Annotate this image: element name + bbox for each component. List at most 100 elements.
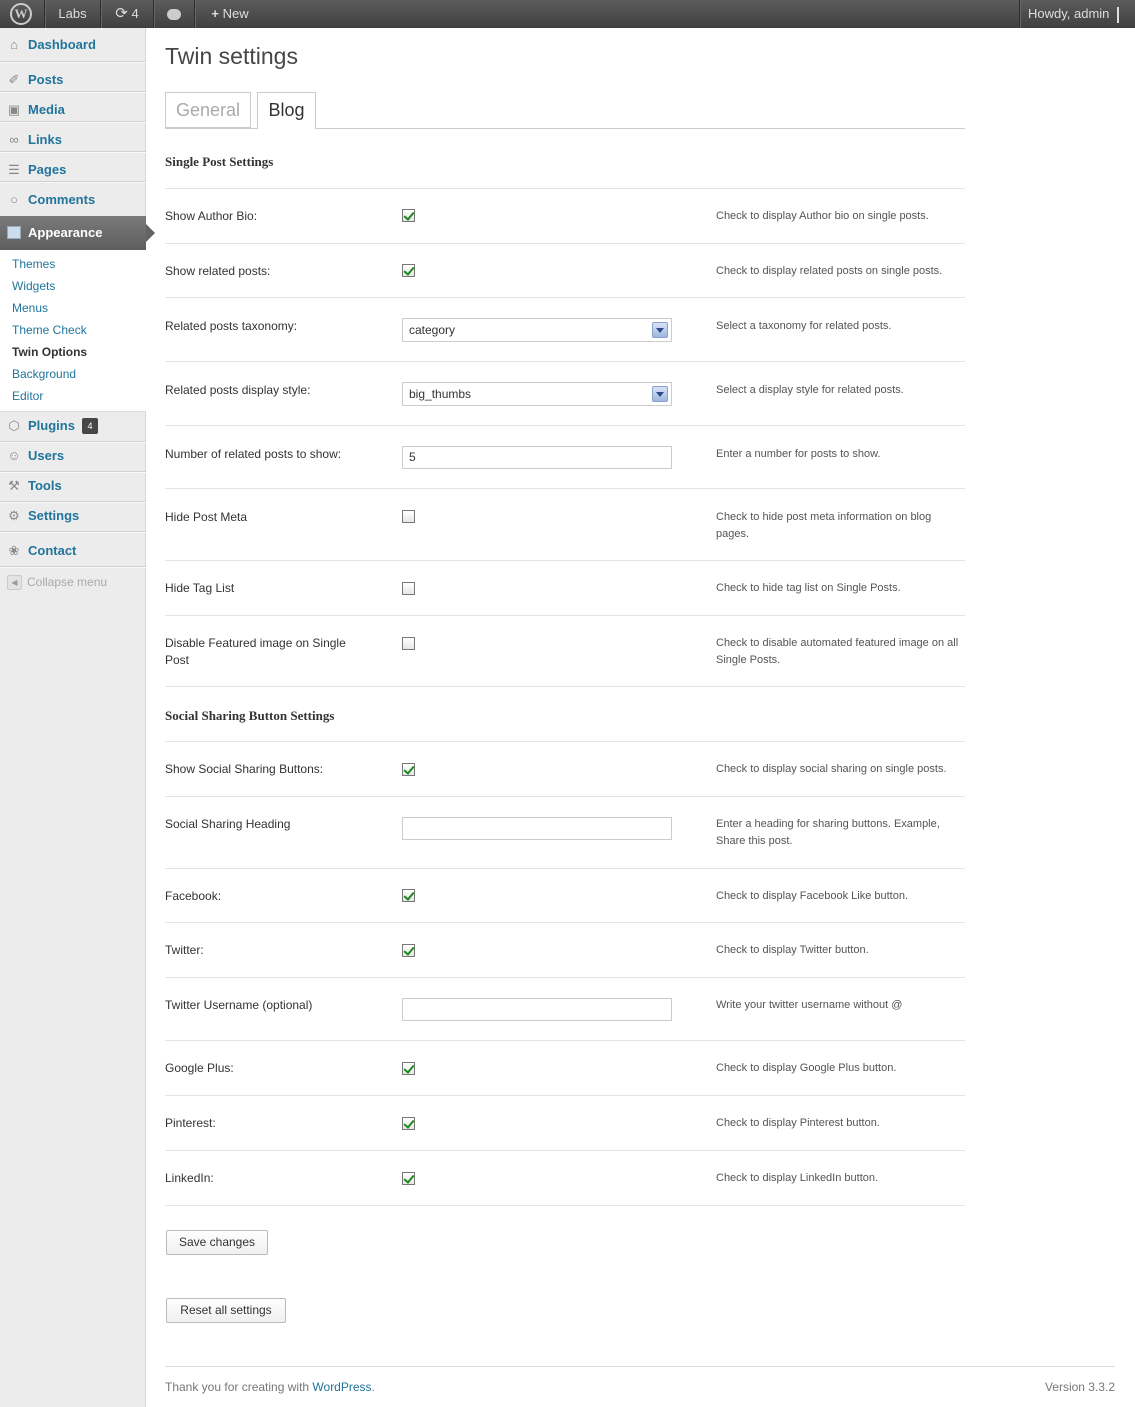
sidebar-item-label: Comments: [28, 192, 96, 207]
sidebar-item-label: Links: [28, 132, 62, 147]
twitter-username-input[interactable]: [402, 998, 672, 1021]
pinterest-checkbox[interactable]: [402, 1117, 415, 1130]
pin-icon: ✐: [8, 72, 20, 87]
refresh-icon: ⟳: [115, 5, 128, 22]
field-label: Hide Post Meta: [165, 510, 248, 524]
field-description: Check to display Twitter button.: [716, 944, 869, 956]
field-label: Disable Featured image on Single Post: [165, 636, 346, 667]
howdy-account-link[interactable]: Howdy, admin: [1028, 0, 1128, 28]
field-description: Check to hide post meta information on b…: [716, 511, 932, 540]
updates-count: 4: [131, 6, 139, 21]
sidebar-item-appearance[interactable]: Appearance: [0, 216, 155, 250]
field-label: Social Sharing Heading: [165, 817, 291, 831]
sidebar-item-comments[interactable]: ○ Comments: [0, 185, 146, 215]
submenu-twin-options[interactable]: Twin Options: [12, 345, 87, 359]
field-label: Related posts taxonomy:: [165, 319, 298, 333]
tab-blog[interactable]: Blog: [257, 92, 316, 129]
show-related-posts-checkbox[interactable]: [402, 264, 415, 277]
new-content-link[interactable]: + New: [200, 0, 260, 28]
appearance-submenu: Themes Widgets Menus Theme Check Twin Op…: [0, 250, 146, 412]
sidebar-item-label: Contact: [28, 543, 77, 558]
sidebar-item-label: Plugins: [28, 418, 75, 433]
footer-divider: [165, 1366, 1115, 1367]
field-description: Check to hide tag list on Single Posts.: [716, 582, 901, 594]
page-title: Twin settings: [165, 43, 298, 69]
field-description: Check to display Pinterest button.: [716, 1117, 880, 1129]
related-posts-taxonomy-select[interactable]: category: [402, 318, 672, 342]
sidebar-item-contact[interactable]: ❀ Contact: [0, 536, 146, 566]
disable-featured-image-checkbox[interactable]: [402, 637, 415, 650]
section-title-single-post: Single Post Settings: [165, 154, 274, 169]
sidebar-item-label: Media: [28, 102, 65, 117]
plugin-icon: ⬡: [8, 418, 20, 433]
main-content: Twin settings General Blog Single Post S…: [146, 28, 1135, 1407]
show-social-sharing-checkbox[interactable]: [402, 763, 415, 776]
field-description: Enter a heading for sharing buttons. Exa…: [716, 818, 940, 847]
hide-post-meta-checkbox[interactable]: [402, 510, 415, 523]
sidebar-item-tools[interactable]: ⚒ Tools: [0, 471, 146, 501]
wordpress-link[interactable]: WordPress: [312, 1380, 371, 1394]
show-author-bio-checkbox[interactable]: [402, 209, 415, 222]
field-label: Twitter Username (optional): [165, 998, 313, 1012]
contact-icon: ❀: [8, 543, 20, 558]
footer-credit-text: Thank you for creating with: [165, 1380, 313, 1394]
save-changes-button[interactable]: Save changes: [166, 1230, 268, 1255]
site-name-link[interactable]: Labs: [45, 0, 100, 28]
field-description: Select a display style for related posts…: [716, 384, 904, 396]
collapse-menu-button[interactable]: ◀ Collapse menu: [7, 575, 108, 591]
field-label: Show Author Bio:: [165, 209, 258, 223]
sidebar-item-label: Settings: [28, 508, 80, 523]
field-label: Google Plus:: [165, 1061, 234, 1075]
plus-icon: +: [211, 6, 219, 21]
facebook-checkbox[interactable]: [402, 889, 415, 902]
sidebar-item-plugins[interactable]: ⬡ Plugins: [0, 411, 146, 441]
footer-credit-suffix: .: [371, 1380, 375, 1394]
submenu-background[interactable]: Background: [12, 367, 76, 381]
admin-bar: W Labs ⟳ 4 + New Howdy, admin: [0, 0, 1135, 28]
field-label: Show related posts:: [165, 264, 271, 278]
admin-sidebar: ⌂ Dashboard ✐ Posts ▣ Media ∞ Links ☰ Pa…: [0, 28, 155, 1407]
submenu-menus[interactable]: Menus: [12, 301, 48, 315]
updates-link[interactable]: ⟳ 4: [101, 0, 153, 28]
social-sharing-heading-input[interactable]: [402, 817, 672, 840]
linkedin-checkbox[interactable]: [402, 1172, 415, 1185]
tab-general[interactable]: General: [165, 92, 251, 128]
google-plus-checkbox[interactable]: [402, 1062, 415, 1075]
field-description: Check to display social sharing on singl…: [716, 763, 947, 775]
avatar: [1117, 6, 1120, 23]
field-label: Show Social Sharing Buttons:: [165, 762, 324, 776]
field-description: Write your twitter username without @: [716, 999, 903, 1011]
field-description: Check to disable automated featured imag…: [716, 637, 959, 666]
reset-settings-button[interactable]: Reset all settings: [166, 1298, 286, 1323]
related-posts-style-select[interactable]: big_thumbs: [402, 382, 672, 406]
field-description: Enter a number for posts to show.: [716, 448, 881, 460]
sidebar-item-users[interactable]: ☺ Users: [0, 441, 146, 471]
submenu-editor[interactable]: Editor: [12, 389, 43, 403]
link-icon: ∞: [9, 132, 19, 147]
collapse-menu-label: Collapse menu: [27, 575, 108, 589]
field-description: Check to display Facebook Like button.: [716, 890, 909, 902]
related-posts-count-input[interactable]: 5: [402, 446, 672, 469]
chevron-down-icon: [652, 386, 668, 402]
home-icon: ⌂: [10, 37, 18, 52]
section-title-social: Social Sharing Button Settings: [165, 708, 335, 723]
sidebar-item-label: Posts: [28, 72, 64, 87]
field-description: Check to display Google Plus button.: [716, 1062, 897, 1074]
users-icon: ☺: [7, 448, 21, 463]
hide-tag-list-checkbox[interactable]: [402, 582, 415, 595]
sidebar-item-settings[interactable]: ⚙ Settings: [0, 501, 146, 531]
sidebar-item-label: Appearance: [28, 225, 103, 240]
field-description: Check to display LinkedIn button.: [716, 1172, 879, 1184]
field-label: Number of related posts to show:: [165, 447, 342, 461]
collapse-arrow-icon: ◀: [7, 575, 22, 591]
submenu-theme-check[interactable]: Theme Check: [12, 323, 87, 337]
comments-link[interactable]: [154, 0, 194, 28]
wordpress-logo-icon[interactable]: W: [10, 3, 32, 25]
page-icon: ☰: [8, 162, 20, 177]
field-label: Twitter:: [165, 943, 204, 957]
field-label: Pinterest:: [165, 1116, 216, 1130]
sidebar-item-dashboard[interactable]: ⌂ Dashboard: [0, 30, 146, 60]
submenu-themes[interactable]: Themes: [12, 257, 55, 271]
twitter-checkbox[interactable]: [402, 944, 415, 957]
submenu-widgets[interactable]: Widgets: [12, 279, 55, 293]
